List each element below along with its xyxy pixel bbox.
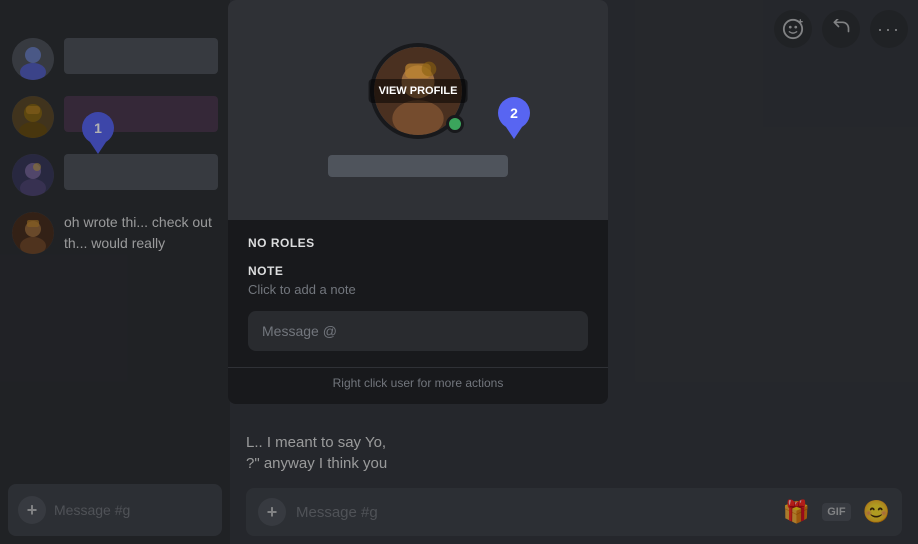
sidebar-text: [64, 38, 218, 74]
annotation-1: 1: [82, 112, 114, 144]
chat-message-row: L.. I meant to say Yo, ?" anyway I think…: [246, 432, 902, 474]
popup-body: NO ROLES NOTE Click to add a note Messag…: [228, 220, 608, 367]
sidebar-input-placeholder[interactable]: Message #g: [54, 502, 130, 518]
note-input[interactable]: Click to add a note: [248, 282, 588, 297]
sidebar-text: [64, 154, 218, 190]
chat-text-right: L.. I meant to say Yo, ?" anyway I think…: [246, 432, 902, 474]
add-button[interactable]: +: [18, 496, 46, 524]
chat-text-preview: oh wrote thi... check out th... would re…: [64, 212, 218, 254]
add-emoji-button[interactable]: [774, 10, 812, 48]
gif-button[interactable]: GIF: [822, 503, 850, 521]
message-input[interactable]: Message #g: [296, 504, 773, 521]
avatar: [12, 96, 54, 138]
sidebar-item[interactable]: [0, 88, 230, 146]
message-bar-container: + Message #g 🎁 GIF 😊: [230, 488, 918, 544]
no-roles-section: NO ROLES: [248, 236, 588, 250]
online-status-dot: [446, 115, 464, 133]
more-button[interactable]: ···: [870, 10, 908, 48]
sidebar: oh wrote thi... check out th... would re…: [0, 0, 230, 544]
message-add-button[interactable]: +: [258, 498, 286, 526]
popup-username: [328, 155, 508, 177]
sidebar-message-bar[interactable]: + Message #g: [8, 484, 222, 536]
emoji-icon[interactable]: 😊: [863, 499, 890, 525]
annotation-2: 2: [498, 97, 530, 129]
message-toolbar: 🎁 GIF 😊: [783, 499, 890, 525]
avatar: [12, 154, 54, 196]
sidebar-item[interactable]: [0, 30, 230, 88]
popup-message-input[interactable]: Message @: [248, 311, 588, 351]
reply-button[interactable]: [822, 10, 860, 48]
message-text: oh wrote thi... check out th... would re…: [64, 212, 218, 254]
popup-header: VIEW PROFILE: [228, 0, 608, 220]
popup-avatar-wrap: VIEW PROFILE: [370, 43, 466, 139]
popup-footer: Right click user for more actions: [228, 367, 608, 404]
no-roles-label: NO ROLES: [248, 236, 588, 250]
gift-icon[interactable]: 🎁: [783, 499, 810, 525]
chat-bubble: L.. I meant to say Yo, ?" anyway I think…: [246, 432, 902, 474]
note-section: NOTE Click to add a note: [248, 264, 588, 297]
avatar: [12, 212, 54, 254]
avatar: [12, 38, 54, 80]
sidebar-item-list: oh wrote thi... check out th... would re…: [0, 0, 230, 262]
sidebar-item[interactable]: [0, 146, 230, 204]
note-label: NOTE: [248, 264, 588, 278]
message-bar: + Message #g 🎁 GIF 😊: [246, 488, 902, 536]
user-profile-popup: VIEW PROFILE NO ROLES NOTE Click to add …: [228, 0, 608, 404]
toolbar: ···: [774, 10, 908, 48]
sidebar-item[interactable]: oh wrote thi... check out th... would re…: [0, 204, 230, 262]
